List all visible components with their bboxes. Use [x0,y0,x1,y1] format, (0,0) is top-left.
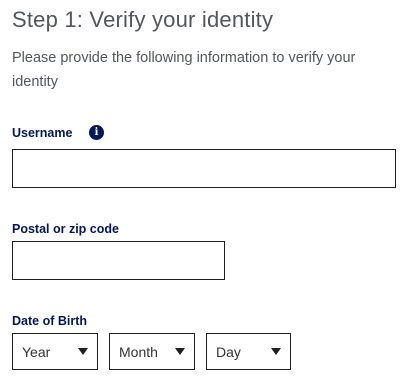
month-select[interactable]: Month [109,333,195,370]
date-of-birth-label: Date of Birth [12,314,87,328]
year-select[interactable]: Year [12,333,98,370]
caret-down-icon [271,348,281,355]
verify-identity-page: Step 1: Verify your identity Please prov… [0,0,407,384]
username-label: Username [12,126,73,140]
month-select-value: Month [119,344,158,360]
postal-code-label: Postal or zip code [12,222,119,236]
username-input[interactable] [12,149,396,188]
postal-code-input[interactable] [12,241,225,280]
caret-down-icon [175,348,185,355]
intro-text: Please provide the following information… [12,50,356,90]
year-select-value: Year [22,344,51,360]
info-icon[interactable]: i [89,125,104,140]
day-select-value: Day [216,344,241,360]
caret-down-icon [78,348,88,355]
page-title: Step 1: Verify your identity [12,7,274,32]
day-select[interactable]: Day [206,333,291,370]
